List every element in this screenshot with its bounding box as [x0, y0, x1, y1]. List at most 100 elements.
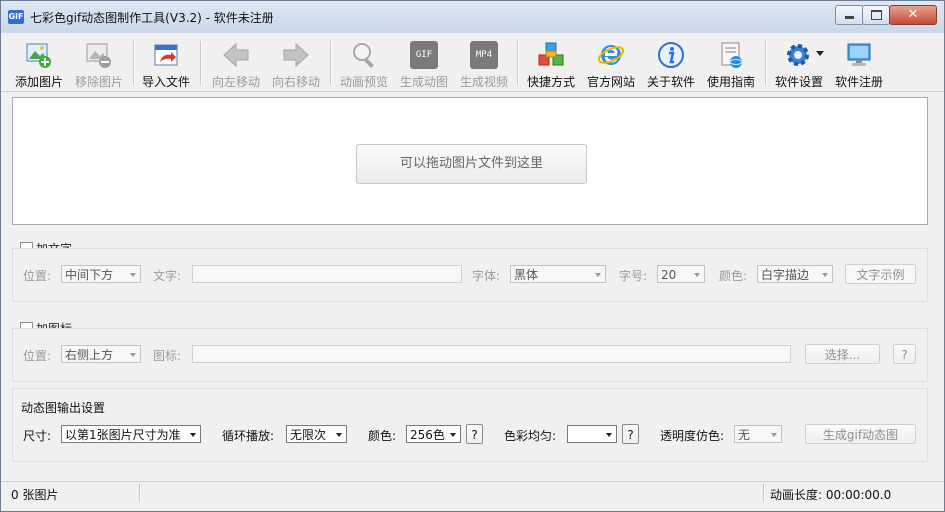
text-color-label: 颜色:	[719, 269, 748, 283]
output-settings-group: 动态图输出设置 尺寸: 以第1张图片尺寸为准 循环播放: 无限次 颜色: 256…	[12, 388, 928, 462]
text-sample-button[interactable]: 文字示例	[845, 264, 916, 284]
toolbar-label: 生成视频	[459, 75, 508, 89]
chevron-down-icon	[606, 433, 612, 437]
icon-position-value: 右侧上方	[65, 348, 114, 362]
window-title: 七彩色gif动态图制作工具(V3.2) - 软件未注册	[30, 11, 274, 25]
font-size-select[interactable]: 20	[657, 265, 705, 283]
magnifier-icon	[353, 43, 374, 68]
output-size-label: 尺寸:	[23, 429, 52, 443]
icon-position-select[interactable]: 右侧上方	[61, 345, 141, 363]
move-right-button[interactable]: 向右移动	[267, 37, 325, 89]
info-icon	[658, 42, 684, 68]
text-color-select[interactable]: 白字描边	[757, 265, 833, 283]
settings-button[interactable]: 软件设置	[770, 37, 828, 89]
add-text-group: 位置: 中间下方 文字: 字体: 黑体 字号: 20 颜色: 白字描边 文字示例	[12, 248, 928, 302]
text-content-label: 文字:	[153, 269, 182, 283]
font-size-label: 字号:	[619, 269, 648, 283]
output-color-select[interactable]: 256色	[406, 425, 461, 443]
color-balance-label: 色彩均匀:	[504, 429, 557, 443]
drop-hint-button[interactable]: 可以拖动图片文件到这里	[356, 144, 587, 184]
toolbar-label: 软件注册	[834, 75, 883, 89]
balance-help-button[interactable]: ?	[622, 424, 639, 444]
loop-value: 无限次	[290, 428, 327, 442]
close-button[interactable]: ✕	[889, 5, 937, 25]
output-size-value: 以第1张图片尺寸为准	[65, 428, 181, 442]
output-color-label: 颜色:	[368, 429, 397, 443]
image-count-status: 0 张图片	[11, 488, 59, 502]
add-icon-group: 位置: 右侧上方 图标: 选择... ?	[12, 328, 928, 382]
chevron-down-icon	[130, 353, 136, 357]
status-bar: 0 张图片 动画长度: 00:00:00.0	[1, 481, 944, 511]
text-position-label: 位置:	[23, 269, 52, 283]
gif-icon: GIF	[410, 41, 438, 69]
import-file-button[interactable]: 导入文件	[137, 37, 195, 89]
close-icon: ✕	[907, 7, 919, 22]
maximize-icon	[871, 10, 882, 20]
color-help-button[interactable]: ?	[466, 424, 483, 444]
generate-video-button[interactable]: MP4 生成视频	[455, 37, 513, 89]
user-guide-button[interactable]: 使用指南	[702, 37, 760, 89]
chevron-down-icon	[336, 433, 342, 437]
chevron-down-icon	[595, 273, 601, 277]
preview-button[interactable]: 动画预览	[335, 37, 393, 89]
text-color-value: 白字描边	[761, 268, 810, 282]
app-window: GIF 七彩色gif动态图制作工具(V3.2) - 软件未注册 ✕ 添加图片 移…	[0, 0, 945, 512]
dither-value: 无	[738, 428, 751, 442]
animation-duration-status: 动画长度: 00:00:00.0	[770, 488, 892, 502]
chevron-down-icon	[816, 51, 824, 56]
chevron-down-icon	[190, 433, 196, 437]
import-file-icon	[154, 44, 178, 66]
about-button[interactable]: 关于软件	[642, 37, 700, 89]
remove-image-button[interactable]: 移除图片	[70, 37, 128, 89]
icon-help-button[interactable]: ?	[893, 344, 916, 364]
guide-icon	[721, 42, 743, 68]
move-left-button[interactable]: 向左移动	[207, 37, 265, 89]
icon-position-label: 位置:	[23, 349, 52, 363]
font-label: 字体:	[472, 269, 501, 283]
generate-gif-button[interactable]: GIF 生成动图	[395, 37, 453, 89]
register-button[interactable]: 软件注册	[830, 37, 888, 89]
status-separator	[139, 484, 141, 502]
add-image-button[interactable]: 添加图片	[10, 37, 68, 89]
maximize-button[interactable]	[862, 5, 890, 25]
chevron-down-icon	[450, 433, 456, 437]
app-icon: GIF	[8, 10, 24, 24]
output-size-select[interactable]: 以第1张图片尺寸为准	[61, 425, 201, 443]
font-select[interactable]: 黑体	[510, 265, 606, 283]
toolbar-label: 移除图片	[74, 75, 123, 89]
gear-icon	[787, 44, 809, 66]
toolbar: 添加图片 移除图片 导入文件 向左移动 向右移动 动画预览 GIF 生成动图 M…	[1, 33, 944, 92]
chevron-down-icon	[771, 433, 777, 437]
add-image-icon	[26, 43, 51, 68]
ie-browser-icon	[597, 45, 625, 65]
chevron-down-icon	[694, 273, 700, 277]
toolbar-label: 向右移动	[271, 75, 320, 89]
font-size-value: 20	[661, 268, 677, 282]
loop-label: 循环播放:	[222, 429, 275, 443]
remove-image-icon	[86, 43, 111, 68]
output-color-value: 256色	[410, 428, 445, 442]
icon-path-label: 图标:	[153, 349, 182, 363]
generate-gif-action-button[interactable]: 生成gif动态图	[805, 424, 916, 444]
icon-path-input[interactable]	[192, 345, 791, 363]
choose-icon-button[interactable]: 选择...	[805, 344, 880, 364]
minimize-button[interactable]	[835, 5, 864, 25]
chevron-down-icon	[130, 273, 136, 277]
loop-select[interactable]: 无限次	[286, 425, 347, 443]
text-position-select[interactable]: 中间下方	[61, 265, 141, 283]
official-site-button[interactable]: 官方网站	[582, 37, 640, 89]
text-position-value: 中间下方	[65, 268, 114, 282]
cubes-icon	[538, 42, 564, 66]
image-drop-area[interactable]: 可以拖动图片文件到这里	[12, 97, 928, 225]
chevron-down-icon	[822, 273, 828, 277]
minimize-icon	[845, 16, 854, 19]
text-content-input[interactable]	[192, 265, 462, 283]
shortcut-button[interactable]: 快捷方式	[522, 37, 580, 89]
status-separator	[763, 484, 765, 502]
mp4-icon: MP4	[470, 41, 498, 69]
color-balance-select[interactable]	[567, 425, 617, 443]
arrow-left-icon	[223, 42, 249, 68]
monitor-icon	[847, 43, 871, 66]
dither-select[interactable]: 无	[734, 425, 782, 443]
title-bar[interactable]: GIF 七彩色gif动态图制作工具(V3.2) - 软件未注册 ✕	[1, 1, 944, 33]
